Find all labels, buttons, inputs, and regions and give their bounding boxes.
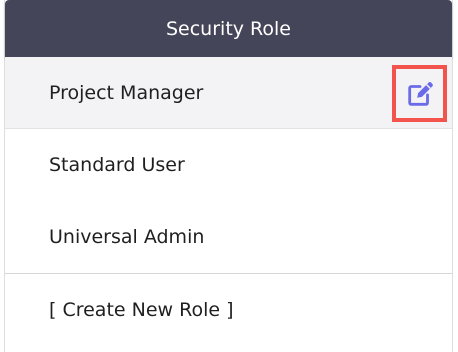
panel-header: Security Role: [5, 0, 452, 57]
role-item-project-manager[interactable]: Project Manager: [5, 57, 452, 129]
edit-role-button[interactable]: [392, 65, 447, 122]
security-role-panel: Security Role Project Manager Standard U…: [4, 0, 453, 352]
role-item-standard-user[interactable]: Standard User: [5, 129, 452, 201]
edit-icon: [407, 81, 433, 106]
create-new-role-label: [ Create New Role ]: [49, 299, 234, 321]
role-label: Universal Admin: [49, 226, 205, 248]
create-new-role-link[interactable]: [ Create New Role ]: [5, 274, 452, 346]
role-list: Project Manager Standard User Universal …: [5, 57, 452, 346]
panel-title: Security Role: [165, 17, 291, 40]
role-label: Project Manager: [49, 81, 204, 104]
role-label: Standard User: [49, 154, 185, 176]
role-item-universal-admin[interactable]: Universal Admin: [5, 201, 452, 273]
